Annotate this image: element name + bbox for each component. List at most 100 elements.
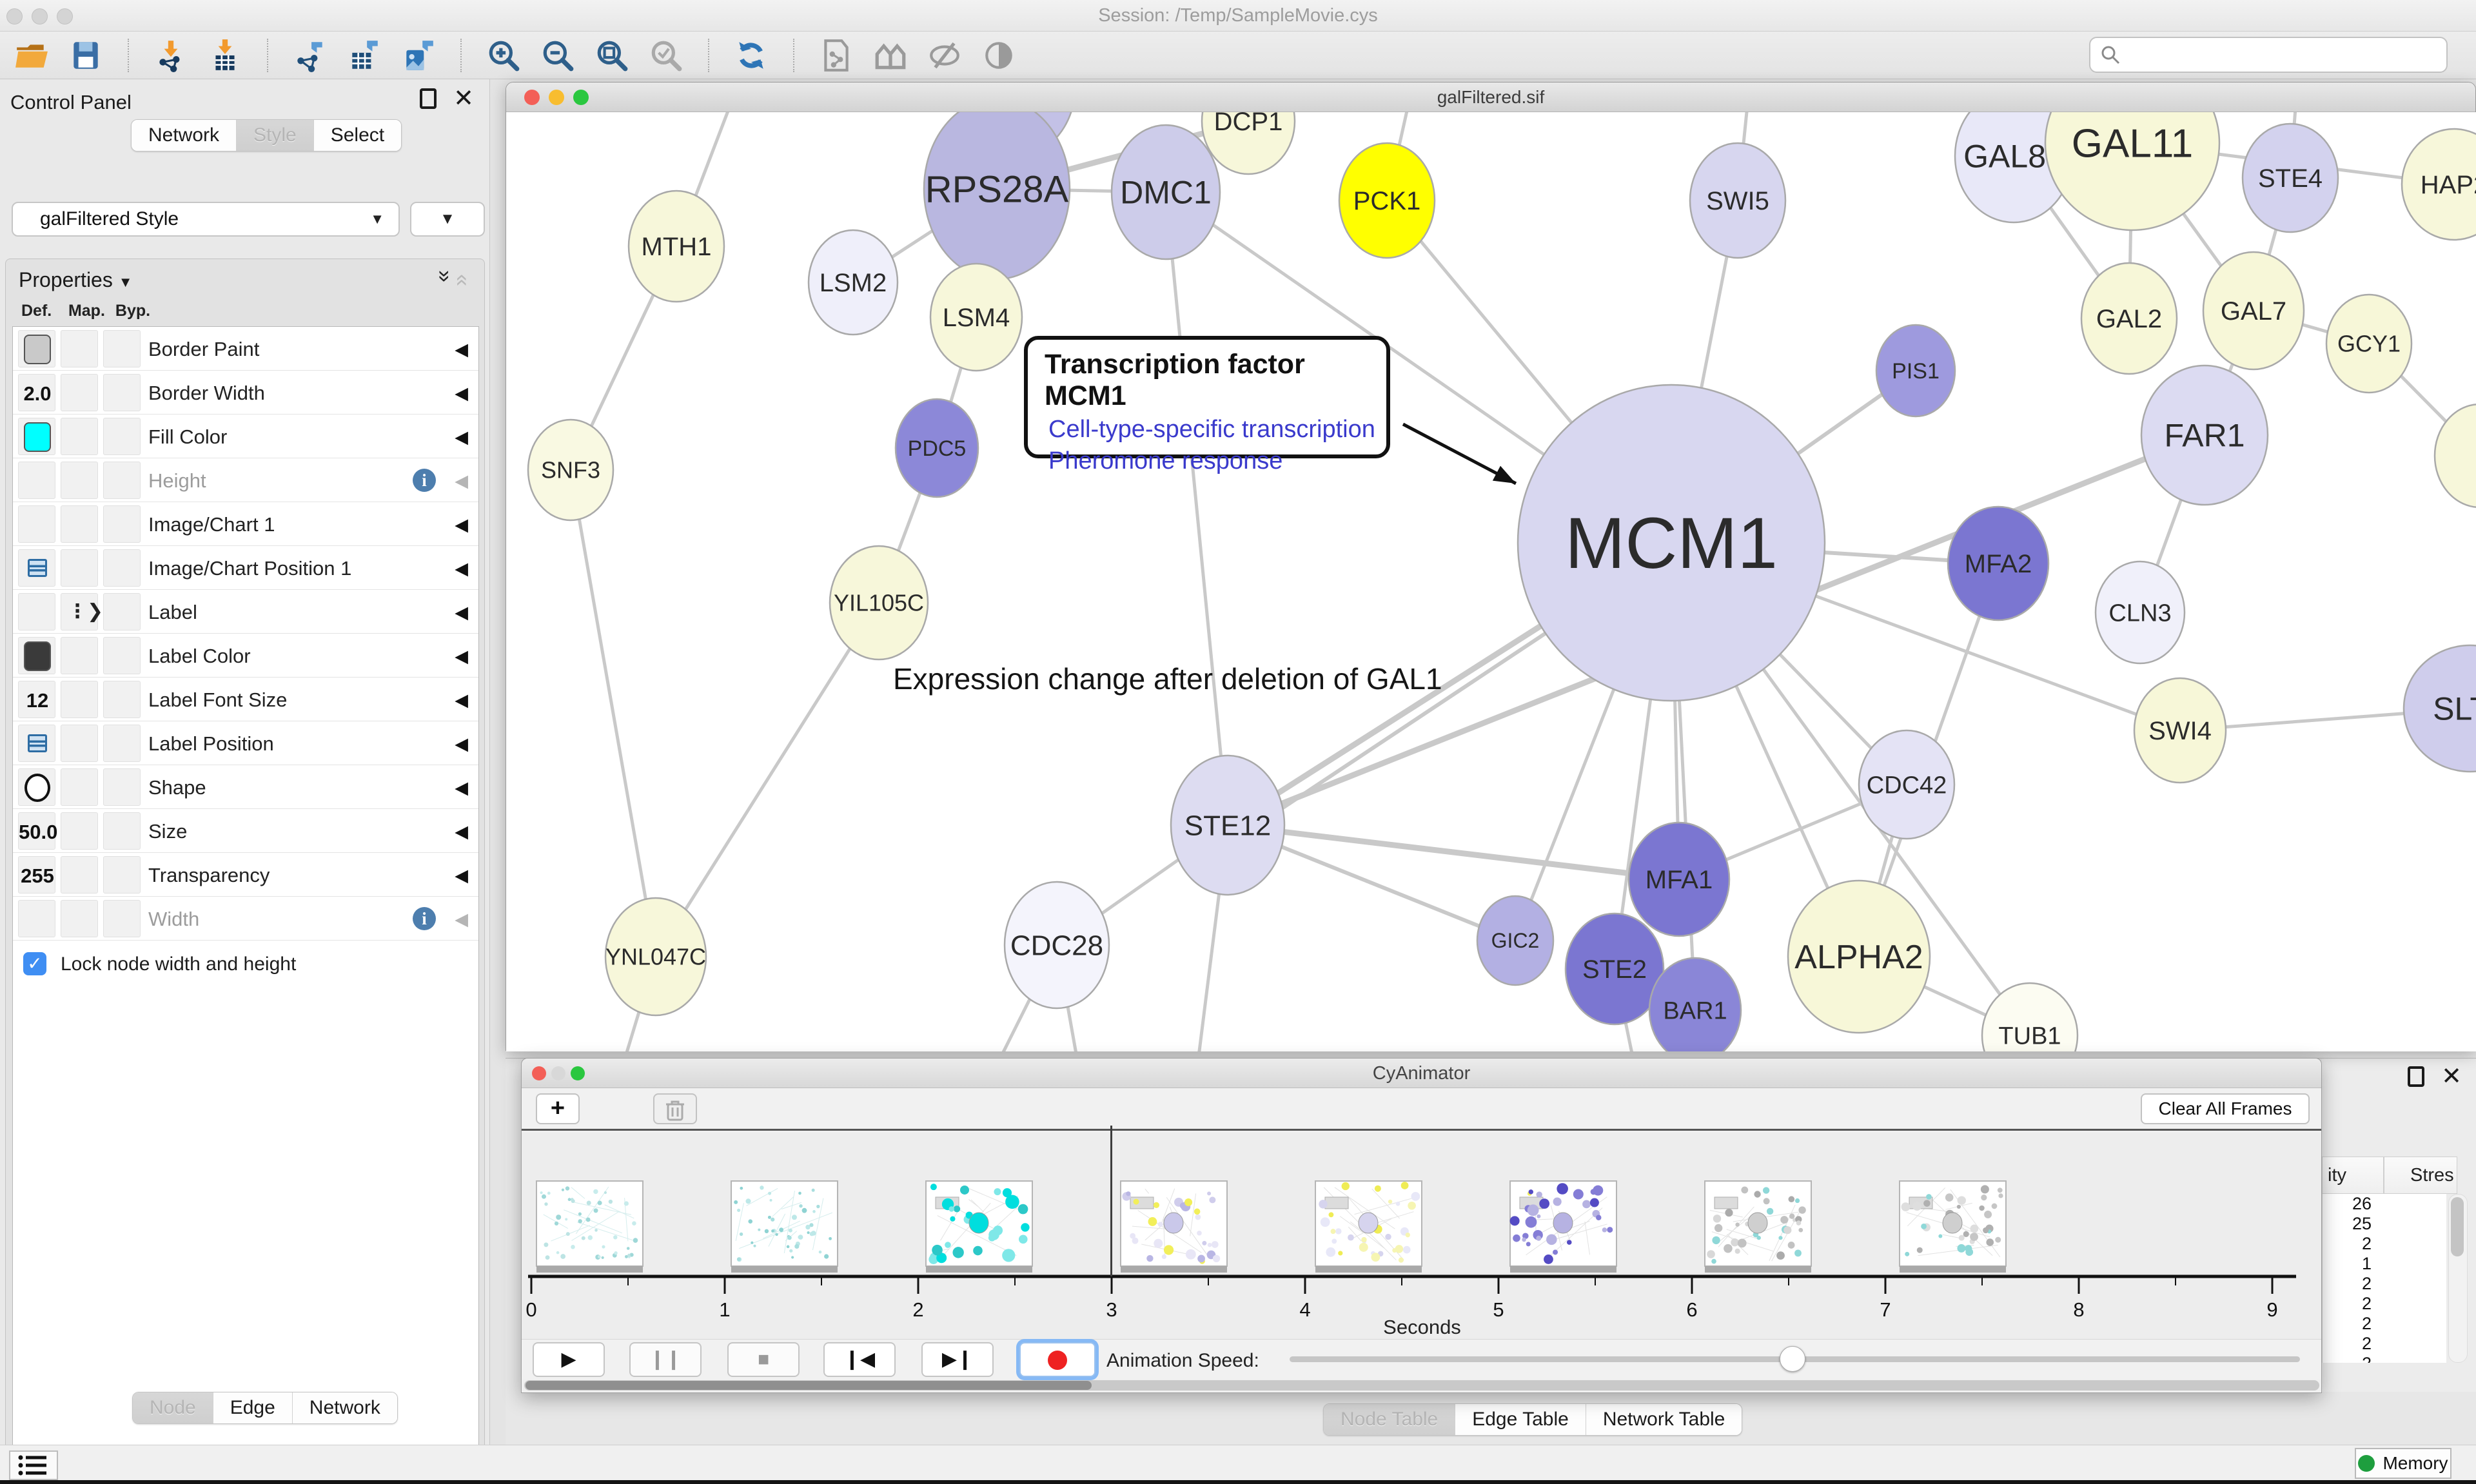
network-canvas[interactable]: DCP1RPS28ADMC1PCK1SWI5GAL80GAL11STE4HAP2… <box>506 112 2476 1051</box>
zoom-in-icon[interactable] <box>486 38 521 73</box>
color-swatch[interactable] <box>24 641 51 671</box>
float-table-panel-icon[interactable] <box>2408 1066 2424 1087</box>
property-cell[interactable] <box>61 812 98 850</box>
slider-thumb[interactable] <box>1780 1346 1805 1372</box>
window-close-icon[interactable] <box>6 8 23 24</box>
delete-frame-button[interactable] <box>653 1093 697 1124</box>
table-cell[interactable]: 2 <box>2323 1334 2446 1354</box>
property-cell[interactable] <box>18 462 55 499</box>
tab-network-bottom[interactable]: Network <box>293 1392 397 1423</box>
open-session-icon[interactable] <box>14 38 49 73</box>
network-node-MCM1[interactable]: MCM1 <box>1518 385 1825 701</box>
network-node-LSM4[interactable]: LSM4 <box>930 264 1022 371</box>
property-cell[interactable] <box>18 768 55 806</box>
property-cell[interactable]: 12 <box>18 681 55 718</box>
table-cell[interactable]: 25 <box>2323 1214 2446 1234</box>
property-cell[interactable] <box>103 856 141 893</box>
lock-size-checkbox[interactable]: ✓ <box>23 952 46 975</box>
network-node-STE12[interactable]: STE12 <box>1171 756 1284 895</box>
animation-speed-slider[interactable] <box>1290 1356 2300 1362</box>
expand-row-icon[interactable]: ◀ <box>455 384 468 404</box>
property-cell[interactable] <box>18 505 55 543</box>
property-row-height[interactable]: Heighti◀ <box>13 458 478 502</box>
import-table-icon[interactable] <box>208 38 242 73</box>
expand-row-icon[interactable]: ◀ <box>455 603 468 623</box>
property-row-label-color[interactable]: Label Color◀ <box>13 634 478 678</box>
network-node-SWI4[interactable]: SWI4 <box>2134 678 2226 783</box>
stop-button[interactable]: ■ <box>727 1342 800 1377</box>
property-cell[interactable]: 255 <box>18 856 55 893</box>
network-node-CLN3[interactable]: CLN3 <box>2096 561 2185 663</box>
chevron-down-icon[interactable]: ▼ <box>119 274 133 290</box>
network-node-GAL11[interactable]: GAL11 <box>2045 112 2219 230</box>
network-node-HAP2[interactable]: HAP2 <box>2402 129 2476 240</box>
property-cell[interactable] <box>61 725 98 762</box>
table-cell[interactable]: 2 <box>2323 1274 2446 1294</box>
network-node-DMC1[interactable]: DMC1 <box>1112 125 1220 259</box>
collapse-all-icon[interactable]: » <box>448 270 473 286</box>
property-cell[interactable]: ⋮❯ <box>61 593 98 630</box>
property-cell[interactable] <box>61 549 98 587</box>
expression-note[interactable]: Expression change after deletion of GAL1 <box>893 661 1442 696</box>
table-cell[interactable]: 2 <box>2323 1354 2446 1363</box>
expand-row-icon[interactable]: ◀ <box>455 866 468 886</box>
export-image-icon[interactable] <box>401 38 436 73</box>
property-row-size[interactable]: 50.0Size◀ <box>13 809 478 853</box>
info-icon[interactable]: i <box>413 469 436 492</box>
tab-select[interactable]: Select <box>314 120 401 151</box>
property-cell[interactable] <box>18 549 55 587</box>
timeline-playhead[interactable] <box>1110 1126 1112 1276</box>
save-session-icon[interactable] <box>68 38 103 73</box>
property-cell[interactable] <box>103 593 141 630</box>
network-node-MFA2[interactable]: MFA2 <box>1948 507 2049 620</box>
property-cell[interactable] <box>103 812 141 850</box>
expand-row-icon[interactable]: ◀ <box>455 690 468 710</box>
search-box[interactable] <box>2089 37 2448 73</box>
zoom-fit-icon[interactable] <box>594 38 629 73</box>
annotation-link[interactable]: Cell-type-specific transcription <box>1045 416 1380 444</box>
color-swatch[interactable] <box>24 422 51 452</box>
property-cell[interactable] <box>61 681 98 718</box>
style-options-button[interactable]: ▼ <box>410 202 485 237</box>
close-panel-icon[interactable]: ✕ <box>453 88 474 109</box>
network-node-GCY1[interactable]: GCY1 <box>2326 295 2412 393</box>
network-node-LSM2[interactable]: LSM2 <box>809 230 898 335</box>
skip-to-start-button[interactable]: ❙◀ <box>823 1342 896 1377</box>
network-node-GIC2[interactable]: GIC2 <box>1477 896 1553 985</box>
network-node-PDC5[interactable]: PDC5 <box>896 399 978 497</box>
property-row-image-chart-position-1[interactable]: Image/Chart Position 1◀ <box>13 546 478 590</box>
property-row-fill-color[interactable]: Fill Color◀ <box>13 415 478 458</box>
property-cell[interactable] <box>103 418 141 455</box>
show-graphics-details-icon[interactable] <box>981 38 1016 73</box>
expand-row-icon[interactable]: ◀ <box>455 778 468 798</box>
skip-to-end-button[interactable]: ▶❙ <box>921 1342 994 1377</box>
network-node-SNF3[interactable]: SNF3 <box>528 420 613 520</box>
network-node-CDC42[interactable]: CDC42 <box>1859 730 1954 839</box>
network-node-BAR1[interactable]: BAR1 <box>1649 958 1741 1051</box>
property-cell[interactable] <box>18 900 55 937</box>
info-icon[interactable]: i <box>413 907 436 930</box>
network-node-SLT2[interactable]: SLT2 <box>2404 645 2476 772</box>
expand-row-icon[interactable]: ◀ <box>455 427 468 447</box>
network-node-YIL105C[interactable]: YIL105C <box>830 546 928 659</box>
zoom-window-icon[interactable] <box>571 1066 585 1080</box>
property-row-transparency[interactable]: 255Transparency◀ <box>13 853 478 897</box>
property-cell[interactable] <box>61 418 98 455</box>
network-node-SWI5[interactable]: SWI5 <box>1690 143 1785 258</box>
table-column-stress[interactable]: Stres <box>2410 1165 2454 1186</box>
expand-row-icon[interactable]: ◀ <box>455 559 468 579</box>
network-node-GAL2[interactable]: GAL2 <box>2081 263 2177 374</box>
property-cell[interactable] <box>103 681 141 718</box>
expand-row-icon[interactable]: ◀ <box>455 340 468 360</box>
network-node-PIS1[interactable]: PIS1 <box>1876 325 1955 416</box>
memory-button[interactable]: Memory <box>2355 1448 2451 1479</box>
play-button[interactable]: ▶ <box>533 1342 605 1377</box>
network-node-PCK1[interactable]: PCK1 <box>1339 143 1435 258</box>
hide-graphics-details-icon[interactable] <box>927 38 962 73</box>
network-node-TUB1[interactable]: TUB1 <box>1982 983 2078 1051</box>
table-cell[interactable]: 26 <box>2323 1194 2446 1214</box>
add-frame-button[interactable]: + <box>536 1093 580 1124</box>
show-panels-button[interactable] <box>9 1450 58 1480</box>
annotation-link[interactable]: Pheromone response <box>1045 447 1380 475</box>
property-row-label[interactable]: ⋮❯Label◀ <box>13 590 478 634</box>
